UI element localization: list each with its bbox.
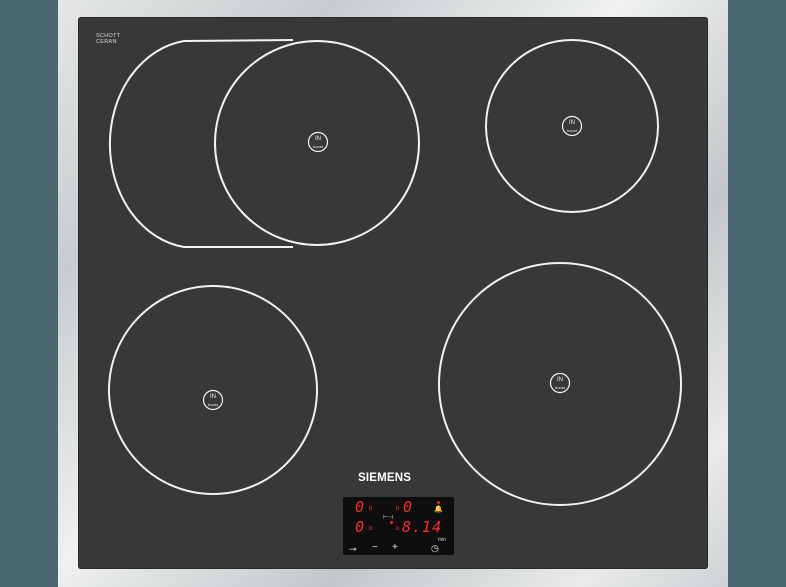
logo-line2: CERAN xyxy=(96,39,117,45)
badge-top-text: IN xyxy=(569,120,575,126)
induction-badge-left-front: IN boost xyxy=(202,389,224,411)
badge-bottom-text: boost xyxy=(208,402,219,407)
zone-extended-outline xyxy=(108,39,294,248)
timer-indicator-dot xyxy=(437,501,440,504)
badge-top-text: IN xyxy=(557,377,563,383)
timer-minutes-label: min xyxy=(438,537,447,543)
brand-logo: SIEMENS xyxy=(358,472,412,484)
induction-badge-right-rear: IN boost xyxy=(561,115,583,137)
plus-button[interactable]: + xyxy=(392,543,398,553)
badge-bottom-text: boost xyxy=(313,144,324,149)
zone2-level-display[interactable]: 0 xyxy=(403,500,412,515)
bell-icon[interactable]: 🔔 xyxy=(434,506,443,514)
schott-ceran-logo: SCHOTT CERAN xyxy=(96,33,120,45)
zone1-level-display[interactable]: 0 xyxy=(355,500,364,515)
badge-bottom-text: boost xyxy=(555,385,566,390)
induction-badge-right-front: IN boost xyxy=(549,372,571,394)
zone2-residual-indicator: b xyxy=(396,506,400,512)
timer-display[interactable]: 8.14 xyxy=(402,520,442,535)
zone1-residual-indicator: b xyxy=(369,506,373,512)
minus-button[interactable]: − xyxy=(372,543,378,553)
zone-select-indicator-dot xyxy=(390,521,393,524)
induction-badge-left-rear: IN boost xyxy=(307,131,329,153)
badge-top-text: IN xyxy=(210,394,216,400)
clock-icon[interactable]: ◷ xyxy=(431,543,439,553)
zone4-residual-indicator: b xyxy=(396,526,400,532)
badge-bottom-text: boost xyxy=(567,128,578,133)
zone3-residual-indicator: b xyxy=(369,526,373,532)
child-lock-icon[interactable]: ⊸ xyxy=(349,544,357,554)
zone3-level-display[interactable]: 0 xyxy=(355,520,364,535)
badge-top-text: IN xyxy=(315,136,321,142)
touch-control-panel: 0 b b 0 🔔 ⊢⊣ 0 b b 8.14 min ⊸ − + ◷ xyxy=(343,497,454,555)
